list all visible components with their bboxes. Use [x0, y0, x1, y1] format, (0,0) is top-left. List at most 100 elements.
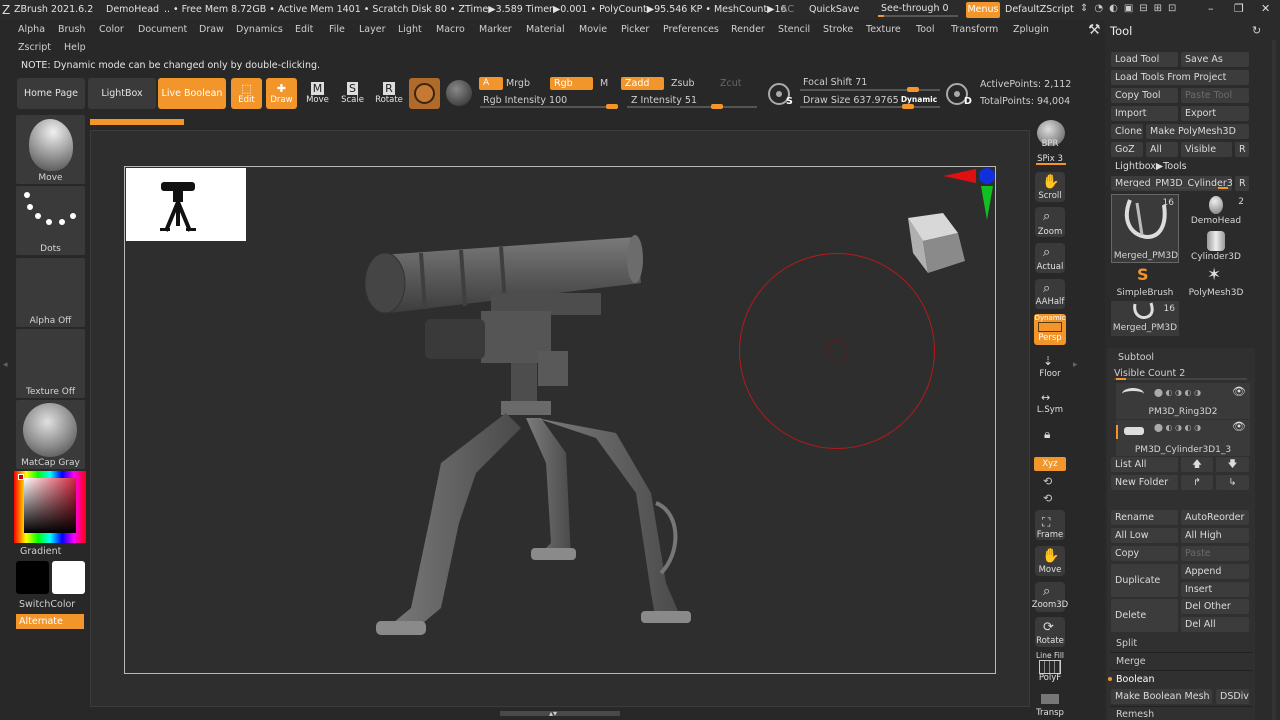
tool-thumb-simplebrush[interactable]: S SimpleBrush	[1111, 265, 1179, 300]
export-button[interactable]: Export	[1181, 106, 1249, 121]
xyz-button[interactable]: Xyz	[1034, 457, 1066, 471]
menu-layer[interactable]: Layer	[359, 21, 386, 39]
navigator-thumbnail[interactable]	[126, 168, 246, 241]
lightbox-button[interactable]: LightBox	[88, 78, 156, 109]
menu-material[interactable]: Material	[526, 21, 565, 39]
tool-panel-reset-icon[interactable]: ↻	[1252, 24, 1261, 37]
color-saturation-square[interactable]	[24, 478, 76, 533]
live-boolean-button[interactable]: Live Boolean	[158, 78, 226, 109]
axis-gizmo-icon[interactable]	[941, 166, 997, 226]
eye-icon[interactable]: 👁︎	[1232, 385, 1246, 398]
main-color-swatch[interactable]	[16, 561, 49, 594]
new-folder-button[interactable]: New Folder	[1111, 475, 1178, 490]
menu-transform[interactable]: Transform	[951, 21, 998, 39]
tool-thumb-cylinder3d[interactable]: Cylinder3D	[1182, 229, 1250, 264]
dsdiv-slider[interactable]: DSDiv	[1216, 689, 1249, 704]
goz-visible-button[interactable]: Visible	[1181, 142, 1232, 157]
menu-brush[interactable]: Brush	[58, 21, 85, 39]
texture-sphere-icon[interactable]	[446, 80, 472, 106]
menu-stencil[interactable]: Stencil	[778, 21, 810, 39]
menu-draw[interactable]: Draw	[199, 21, 224, 39]
subtool-toggle-icons[interactable]: ⬤ ◐ ◑ ◐ ◑	[1154, 423, 1201, 432]
z-intensity-slider[interactable]: Z Intensity 51	[631, 95, 697, 106]
menus-button[interactable]: Menus	[966, 2, 1000, 18]
subtool-item-ring[interactable]: ⬤ ◐ ◑ ◐ ◑ 👁︎ PM3D_Ring3D2	[1116, 383, 1250, 419]
paste-tool-button[interactable]: Paste Tool	[1181, 88, 1249, 103]
focal-shift-handle[interactable]	[907, 87, 919, 92]
menu-stroke[interactable]: Stroke	[823, 21, 853, 39]
delete-button[interactable]: Delete	[1111, 599, 1178, 632]
rotate-y-icon[interactable]: ⟲	[1043, 475, 1052, 488]
material-button[interactable]: MatCap Gray	[16, 400, 85, 469]
color-picker[interactable]	[14, 471, 86, 543]
persp-button[interactable]: Dynamic Persp	[1034, 314, 1066, 345]
menu-dynamics[interactable]: Dynamics	[236, 21, 283, 39]
menu-zscript[interactable]: Zscript	[18, 39, 51, 57]
left-collapse-icon[interactable]: ◂	[3, 360, 8, 370]
menu-edit[interactable]: Edit	[295, 21, 313, 39]
menu-movie[interactable]: Movie	[579, 21, 607, 39]
zsub-toggle[interactable]: Zsub	[671, 78, 695, 89]
menu-macro[interactable]: Macro	[436, 21, 465, 39]
list-all-button[interactable]: List All	[1111, 457, 1178, 472]
subtool-header[interactable]: Subtool	[1118, 352, 1154, 363]
quicksave-button[interactable]: QuickSave	[809, 4, 859, 15]
right-collapse-icon[interactable]: ▸	[1073, 360, 1078, 370]
current-tool-r-button[interactable]: R	[1235, 176, 1249, 191]
lightbox-tools-button[interactable]: Lightbox▶Tools	[1111, 159, 1249, 174]
make-polymesh3d-button[interactable]: Make PolyMesh3D	[1146, 124, 1249, 139]
goz-button[interactable]: GoZ	[1111, 142, 1143, 157]
tool-thumb-merged-pm3d-2[interactable]: 16 Merged_PM3D	[1111, 301, 1179, 336]
secondary-color-swatch[interactable]	[52, 561, 85, 594]
zcut-toggle[interactable]: Zcut	[720, 78, 741, 89]
append-button[interactable]: Append	[1181, 564, 1249, 579]
menu-preferences[interactable]: Preferences	[663, 21, 719, 39]
draw-size-handle[interactable]	[902, 104, 914, 109]
see-through-slider[interactable]: See-through 0	[881, 3, 949, 14]
edit-button[interactable]: ⬚ Edit	[231, 78, 262, 109]
del-all-button[interactable]: Del All	[1181, 617, 1249, 632]
scale-button[interactable]: S Scale	[337, 78, 368, 109]
import-button[interactable]: Import	[1111, 106, 1178, 121]
zadd-toggle[interactable]: Zadd	[621, 77, 664, 90]
menu-picker[interactable]: Picker	[621, 21, 649, 39]
material-swatch-button[interactable]	[409, 78, 440, 109]
focal-shift-slider[interactable]: Focal Shift 71	[803, 77, 867, 88]
brush-move-button[interactable]: Move	[16, 115, 85, 184]
a-toggle[interactable]: A	[479, 77, 503, 90]
goz-all-button[interactable]: All	[1146, 142, 1178, 157]
home-page-button[interactable]: Home Page	[17, 78, 85, 109]
move-button[interactable]: M Move	[302, 78, 333, 109]
folder-arrow-right-icon[interactable]: ↱	[1181, 475, 1213, 490]
insert-button[interactable]: Insert	[1181, 582, 1249, 597]
split-section[interactable]: Split	[1116, 638, 1137, 649]
menu-file[interactable]: File	[329, 21, 345, 39]
menu-texture[interactable]: Texture	[866, 21, 901, 39]
window-layout-icons[interactable]: ⇕◔◐▣⊟⊞⊡	[1080, 3, 1182, 14]
menu-document[interactable]: Document	[138, 21, 187, 39]
load-tool-button[interactable]: Load Tool	[1111, 52, 1178, 67]
copy-button[interactable]: Copy	[1111, 546, 1178, 561]
canvas[interactable]	[90, 130, 1030, 707]
clone-button[interactable]: Clone	[1111, 124, 1143, 139]
menu-color[interactable]: Color	[99, 21, 124, 39]
draw-size-slider[interactable]: Draw Size 637.9765	[803, 95, 899, 106]
draw-button[interactable]: ✚ Draw	[266, 78, 297, 109]
remesh-section[interactable]: Remesh	[1116, 709, 1154, 720]
menu-alpha[interactable]: Alpha	[18, 21, 45, 39]
switch-color-button[interactable]: SwitchColor	[19, 599, 75, 610]
tool-thumb-polymesh3d[interactable]: ✶ PolyMesh3D	[1182, 265, 1250, 300]
lock-button[interactable]: 🔒︎	[1035, 423, 1065, 453]
del-other-button[interactable]: Del Other	[1181, 599, 1249, 614]
alternate-button[interactable]: Alternate	[16, 614, 84, 629]
mrgb-toggle[interactable]: Mrgb	[506, 78, 530, 89]
rotate-button[interactable]: R Rotate	[372, 78, 406, 109]
move-up-icon[interactable]: 🡅	[1181, 457, 1213, 472]
menu-tool[interactable]: Tool	[916, 21, 934, 39]
folder-arrow-down-icon[interactable]: ↳	[1216, 475, 1249, 490]
texture-button[interactable]: Texture Off	[16, 329, 85, 398]
rename-button[interactable]: Rename	[1111, 510, 1178, 525]
menu-light[interactable]: Light	[398, 21, 422, 39]
move-down-icon[interactable]: 🡇	[1216, 457, 1249, 472]
all-high-button[interactable]: All High	[1181, 528, 1249, 543]
